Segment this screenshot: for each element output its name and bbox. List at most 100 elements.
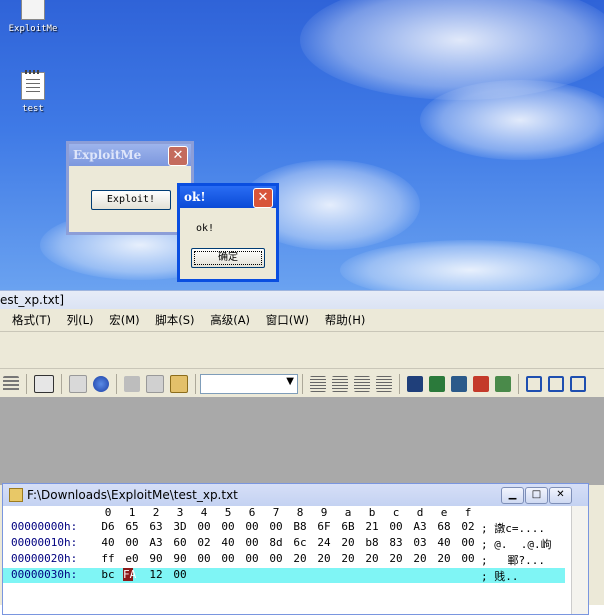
- vertical-scrollbar[interactable]: [571, 506, 588, 614]
- hex-byte[interactable]: 20: [337, 536, 359, 549]
- desktop-icon-exploitme[interactable]: ExploitMe: [1, 0, 65, 34]
- menu-help[interactable]: 帮助(H): [325, 309, 366, 331]
- hex-column-label: 7: [272, 506, 280, 519]
- hex-byte[interactable]: 00: [265, 520, 287, 533]
- document-icon[interactable]: [69, 375, 87, 393]
- hex-byte[interactable]: 00: [457, 552, 479, 565]
- hex-byte[interactable]: A3: [409, 520, 431, 533]
- hex-column-label: a: [344, 506, 352, 519]
- hex-byte[interactable]: 00: [121, 536, 143, 549]
- hex-row[interactable]: 00000030h: bc FA 12 00 ; 贱..: [3, 568, 565, 583]
- menu-macro[interactable]: 宏(M): [109, 309, 139, 331]
- hex-byte[interactable]: 20: [361, 552, 383, 565]
- find-icon[interactable]: [407, 376, 423, 392]
- confirm-button[interactable]: 确定: [191, 248, 265, 268]
- print-icon[interactable]: [495, 376, 511, 392]
- hex-byte[interactable]: 60: [169, 536, 191, 549]
- hex-byte[interactable]: A3: [145, 536, 167, 549]
- hex-byte[interactable]: 00: [265, 552, 287, 565]
- hex-byte[interactable]: 12: [145, 568, 167, 581]
- restore-button[interactable]: □: [525, 487, 548, 504]
- font-select[interactable]: ▼: [200, 374, 298, 394]
- split-horizontal-icon[interactable]: [526, 376, 542, 392]
- hex-byte[interactable]: bc: [97, 568, 119, 581]
- justify-icon[interactable]: [376, 376, 392, 392]
- hex-byte[interactable]: 02: [457, 520, 479, 533]
- hex-byte[interactable]: 63: [145, 520, 167, 533]
- menu-column[interactable]: 列(L): [67, 309, 94, 331]
- hex-byte[interactable]: 40: [433, 536, 455, 549]
- hex-byte[interactable]: 6B: [337, 520, 359, 533]
- hex-byte[interactable]: 90: [169, 552, 191, 565]
- hex-byte[interactable]: 68: [433, 520, 455, 533]
- hex-row[interactable]: 00000000h: D6 65 63 3D 00 00 00 00 B8 6F 6B 21 00 A3 68…: [3, 520, 565, 535]
- find-next-icon[interactable]: [429, 376, 445, 392]
- hex-byte[interactable]: 20: [409, 552, 431, 565]
- minimize-button[interactable]: ▁: [501, 487, 524, 504]
- hex-byte[interactable]: 24: [313, 536, 335, 549]
- menu-format[interactable]: 格式(T): [12, 309, 51, 331]
- hex-byte[interactable]: 00: [193, 520, 215, 533]
- ok-dialog: ok! ✕ ok! 确定: [177, 183, 279, 282]
- close-button[interactable]: ✕: [253, 188, 273, 208]
- hex-byte[interactable]: 00: [193, 552, 215, 565]
- hex-byte[interactable]: 00: [241, 536, 263, 549]
- menu-window[interactable]: 窗口(W): [266, 309, 309, 331]
- hex-byte[interactable]: 6c: [289, 536, 311, 549]
- hex-byte[interactable]: 00: [217, 552, 239, 565]
- hex-address: 00000010h:: [11, 536, 78, 549]
- hex-byte[interactable]: 90: [145, 552, 167, 565]
- hex-byte[interactable]: 00: [169, 568, 191, 581]
- hex-byte[interactable]: 00: [241, 520, 263, 533]
- hex-byte[interactable]: 20: [289, 552, 311, 565]
- align-left-icon[interactable]: [310, 376, 326, 392]
- cloud: [420, 80, 604, 160]
- desktop-icon-test[interactable]: test: [1, 70, 65, 114]
- hex-byte[interactable]: 00: [385, 520, 407, 533]
- menu-script[interactable]: 脚本(S): [155, 309, 194, 331]
- hex-byte[interactable]: 40: [217, 536, 239, 549]
- exploit-button[interactable]: Exploit!: [91, 190, 171, 210]
- hex-byte[interactable]: 00: [457, 536, 479, 549]
- hex-byte[interactable]: b8: [361, 536, 383, 549]
- paste-icon[interactable]: [170, 375, 188, 393]
- hex-byte[interactable]: 3D: [169, 520, 191, 533]
- hex-byte[interactable]: FA: [123, 568, 136, 581]
- hex-editor-window: F:\Downloads\ExploitMe\test_xp.txt ▁ □ ✕…: [2, 483, 589, 615]
- list-icon[interactable]: [3, 376, 19, 392]
- globe-icon[interactable]: [93, 376, 109, 392]
- hex-byte[interactable]: e0: [121, 552, 143, 565]
- split-vertical-icon[interactable]: [548, 376, 564, 392]
- cut-icon[interactable]: [124, 376, 140, 392]
- cascade-icon[interactable]: [570, 376, 586, 392]
- desktop-icon-label: ExploitMe: [8, 24, 58, 34]
- hex-byte[interactable]: 65: [121, 520, 143, 533]
- align-right-icon[interactable]: [354, 376, 370, 392]
- hex-byte[interactable]: 20: [433, 552, 455, 565]
- hex-byte[interactable]: 02: [193, 536, 215, 549]
- hex-byte[interactable]: 21: [361, 520, 383, 533]
- hex-byte[interactable]: 6F: [313, 520, 335, 533]
- close-button[interactable]: ✕: [549, 487, 572, 504]
- hex-byte[interactable]: 8d: [265, 536, 287, 549]
- hex-byte[interactable]: D6: [97, 520, 119, 533]
- hex-row[interactable]: 00000010h: 40 00 A3 60 02 40 00 8d 6c 24 20 b8 83 03 40…: [3, 536, 565, 551]
- hex-row[interactable]: 00000020h: ff e0 90 90 00 00 00 00 20 20 20 20 20 20 20…: [3, 552, 565, 567]
- hex-byte[interactable]: 40: [97, 536, 119, 549]
- hex-byte[interactable]: 00: [241, 552, 263, 565]
- hex-byte[interactable]: 20: [385, 552, 407, 565]
- copy-icon[interactable]: [146, 375, 164, 393]
- replace-icon[interactable]: [473, 376, 489, 392]
- hex-byte[interactable]: 20: [337, 552, 359, 565]
- hex-byte[interactable]: 03: [409, 536, 431, 549]
- hex-mode-icon[interactable]: [34, 375, 54, 393]
- hex-byte[interactable]: 20: [313, 552, 335, 565]
- hex-byte[interactable]: 83: [385, 536, 407, 549]
- hex-byte[interactable]: ff: [97, 552, 119, 565]
- hex-byte[interactable]: 00: [217, 520, 239, 533]
- menu-advanced[interactable]: 高级(A): [210, 309, 250, 331]
- close-button[interactable]: ✕: [168, 146, 188, 166]
- hex-byte[interactable]: B8: [289, 520, 311, 533]
- align-center-icon[interactable]: [332, 376, 348, 392]
- find-in-files-icon[interactable]: [451, 376, 467, 392]
